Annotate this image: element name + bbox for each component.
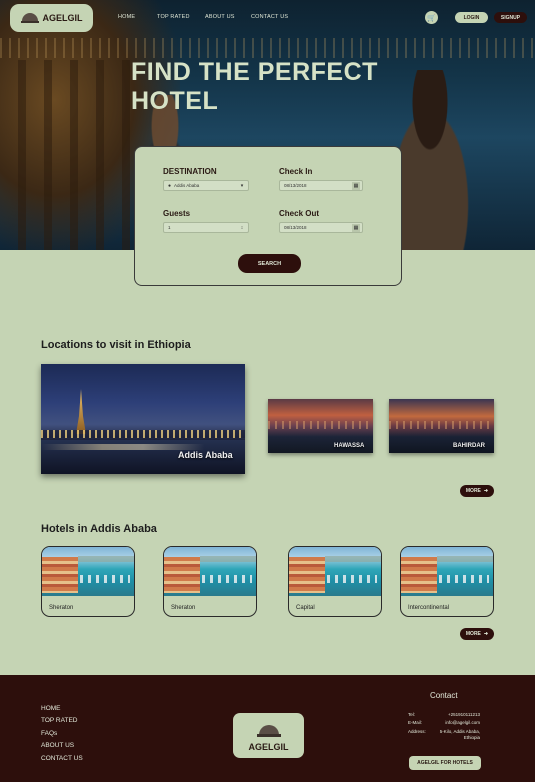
search-button[interactable]: SEARCH xyxy=(238,254,301,273)
location-card-addis-ababa[interactable]: Addis Ababa xyxy=(41,364,245,474)
signup-button[interactable]: SIGNUP xyxy=(494,12,527,23)
more-label: MORE xyxy=(465,488,481,494)
email-key: E-Mail: xyxy=(408,720,423,725)
footer-link-contact-us[interactable]: CONTACT US xyxy=(41,755,83,762)
tower-image xyxy=(76,389,86,434)
hotel-card[interactable]: Sheraton xyxy=(163,546,257,617)
cart-button[interactable]: 🛒 xyxy=(425,11,438,24)
guests-stepper[interactable]: 1 ↕ xyxy=(163,222,249,233)
hotel-image xyxy=(164,547,256,596)
destination-label: DESTINATION xyxy=(163,167,217,176)
hotels-more-button[interactable]: MORE ➜ xyxy=(460,628,494,640)
header-logo[interactable]: AGELGIL xyxy=(10,4,93,32)
cloche-logo-icon xyxy=(257,723,281,737)
tel-key: Tel: xyxy=(408,712,416,717)
hero-title: FIND THE PERFECT HOTEL xyxy=(131,58,411,116)
guests-value: 1 xyxy=(168,225,171,230)
nav-contact-us[interactable]: CONTACT US xyxy=(251,14,288,20)
address-value: 5-Kilo, Addis Ababa, Ethiopia xyxy=(440,729,480,741)
nav-top-rated[interactable]: TOP RATED xyxy=(157,14,190,20)
hotel-image xyxy=(401,547,493,596)
location-name: BAHIRDAR xyxy=(453,443,485,449)
footer: HOME TOP RATED FAQs ABOUT US CONTACT US … xyxy=(0,675,535,782)
address-key: Address: xyxy=(408,729,426,734)
location-name: Addis Ababa xyxy=(178,450,233,460)
hotel-card[interactable]: Capital xyxy=(288,546,382,617)
cloche-logo-icon xyxy=(20,12,39,24)
skyline-image xyxy=(389,421,494,429)
checkin-input[interactable]: 08/13/2018 ▦ xyxy=(279,180,363,191)
email-value[interactable]: info@agelgil.com xyxy=(445,720,480,726)
nav-home[interactable]: HOME xyxy=(118,14,135,20)
more-label: MORE xyxy=(465,631,481,637)
hotel-name: Intercontinental xyxy=(408,605,450,611)
destination-value: Addis Ababa xyxy=(174,183,200,188)
guests-label: Guests xyxy=(163,209,191,218)
hotel-image xyxy=(289,547,381,596)
hero-title-line1: FIND THE PERFECT xyxy=(131,58,378,86)
arrow-right-icon: ➜ xyxy=(483,488,489,494)
hotel-image xyxy=(42,547,134,596)
footer-logo-text: AGELGIL xyxy=(248,742,289,752)
tel-value: +251910111213 xyxy=(448,712,480,717)
checkout-label: Check Out xyxy=(279,209,320,218)
calendar-icon[interactable]: ▦ xyxy=(352,182,360,190)
contact-title: Contact xyxy=(430,691,458,700)
checkin-value: 08/13/2018 xyxy=(284,183,307,188)
calendar-icon[interactable]: ▦ xyxy=(352,224,360,232)
arrow-right-icon: ➜ xyxy=(483,631,489,637)
checkin-label: Check In xyxy=(279,167,313,176)
agelgil-for-hotels-button[interactable]: AGELGIL FOR HOTELS xyxy=(409,756,481,770)
footer-logo[interactable]: AGELGIL xyxy=(233,713,304,758)
address-line2: Ethiopia xyxy=(463,735,480,740)
locations-title: Locations to visit in Ethiopia xyxy=(41,339,191,351)
footer-link-faqs[interactable]: FAQs xyxy=(41,730,57,737)
location-card-hawassa[interactable]: HAWASSA xyxy=(268,399,373,453)
search-card: DESTINATION ● Addis Ababa ▾ Check In 08/… xyxy=(134,146,402,286)
hero-title-line2: HOTEL xyxy=(131,87,219,115)
login-button[interactable]: LOGIN xyxy=(455,12,488,23)
hero-city-lights xyxy=(0,38,535,58)
hotel-card[interactable]: Intercontinental xyxy=(400,546,494,617)
hotel-name: Sheraton xyxy=(171,605,196,611)
footer-link-home[interactable]: HOME xyxy=(41,705,61,712)
skyline-image xyxy=(268,421,373,429)
city-lights xyxy=(41,430,245,438)
checkout-input[interactable]: 08/13/2018 ▦ xyxy=(279,222,363,233)
chevron-down-icon: ▾ xyxy=(240,183,244,189)
footer-link-about-us[interactable]: ABOUT US xyxy=(41,742,74,749)
hotel-card[interactable]: Sheraton xyxy=(41,546,135,617)
logo-text: AGELGIL xyxy=(42,13,83,23)
location-pin-icon: ● xyxy=(168,182,172,189)
checkout-value: 08/13/2018 xyxy=(284,225,307,230)
hotel-name: Capital xyxy=(296,605,315,611)
nav-about-us[interactable]: ABOUT US xyxy=(205,14,235,20)
hotel-name: Sheraton xyxy=(49,605,74,611)
locations-more-button[interactable]: MORE ➜ xyxy=(460,485,494,497)
destination-select[interactable]: ● Addis Ababa ▾ xyxy=(163,180,249,191)
location-card-bahirdar[interactable]: BAHIRDAR xyxy=(389,399,494,453)
footer-link-top-rated[interactable]: TOP RATED xyxy=(41,717,77,724)
stepper-icon[interactable]: ↕ xyxy=(238,224,246,232)
location-name: HAWASSA xyxy=(334,443,365,449)
cart-icon: 🛒 xyxy=(427,14,436,22)
hotels-title: Hotels in Addis Ababa xyxy=(41,523,157,535)
hero-arches xyxy=(0,60,130,250)
